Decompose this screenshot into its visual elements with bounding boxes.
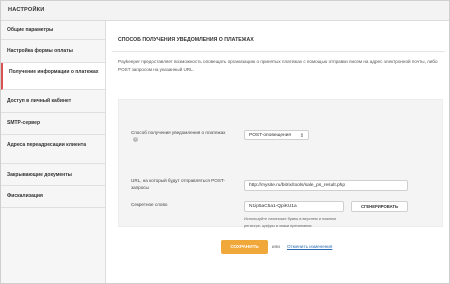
generate-button[interactable]: СГЕНЕРИРОВАТЬ: [351, 201, 408, 212]
chevron-down-icon: ⇕: [299, 133, 304, 139]
notification-method-select[interactable]: POST-оповещения ⇕: [244, 130, 309, 140]
sidebar-item-label: Общие параметры: [7, 27, 54, 33]
main-content: СПОСОБ ПОЛУЧЕНИЯ УВЕДОМЛЕНИЯ О ПЛАТЕЖАХ …: [106, 21, 449, 283]
sidebar-item-payment-info[interactable]: Получение информации о платежах: [1, 63, 105, 90]
cancel-changes-link[interactable]: Отменить изменения: [287, 244, 332, 249]
sidebar-item-redirect[interactable]: Адреса переадресации клиента: [1, 135, 105, 164]
sidebar: Общие параметры Настройка формы оплаты П…: [1, 21, 106, 283]
section-description: Paykeeper предоставляет возможность опов…: [118, 59, 438, 72]
method-label-text: Способ получения уведомления о платежах: [131, 130, 226, 135]
sidebar-item-payment-form[interactable]: Настройка формы оплаты: [1, 40, 105, 63]
secret-word-input[interactable]: N1ip5aC5a1-QpiKU1a: [244, 201, 344, 212]
sidebar-item-label: Адреса переадресации клиента: [7, 142, 87, 148]
sidebar-item-label: SMTP-сервер: [7, 120, 41, 126]
sidebar-item-label: Получение информации о платежах: [9, 69, 99, 75]
help-icon[interactable]: ?: [133, 137, 138, 143]
settings-window: НАСТРОЙКИ Общие параметры Настройка форм…: [0, 0, 450, 284]
save-button[interactable]: СОХРАНИТЬ: [221, 240, 268, 254]
header-bar: НАСТРОЙКИ: [1, 1, 449, 21]
sidebar-item-label: Настройка формы оплаты: [7, 48, 73, 54]
selected-value: POST-оповещения: [249, 133, 291, 138]
sidebar-item-account-access[interactable]: Доступ в личный кабинет: [1, 90, 105, 113]
secret-label: Секретное слово: [131, 202, 168, 207]
sidebar-item-closing-docs[interactable]: Закрывающие документы: [1, 164, 105, 186]
sidebar-item-general[interactable]: Общие параметры: [1, 21, 105, 40]
url-input[interactable]: http://mysite.ru/bitrix/tools/sale_ps_re…: [244, 180, 408, 191]
method-label: Способ получения уведомления о платежах?: [131, 130, 231, 144]
sidebar-item-label: Фискализация: [7, 193, 43, 199]
section-heading: СПОСОБ ПОЛУЧЕНИЯ УВЕДОМЛЕНИЯ О ПЛАТЕЖАХ: [118, 37, 254, 43]
sidebar-item-label: Закрывающие документы: [7, 172, 72, 178]
url-label: URL, на который будут отправляться POST-…: [131, 178, 225, 190]
settings-panel: Способ получения уведомления о платежах?…: [118, 99, 443, 228]
sidebar-item-label: Доступ в личный кабинет: [7, 98, 72, 104]
sidebar-item-fiscalization[interactable]: Фискализация: [1, 186, 105, 208]
secret-hint: Используйте латинские буквы в верхнем и …: [244, 216, 336, 228]
page-title: НАСТРОЙКИ: [8, 7, 45, 13]
sidebar-item-smtp[interactable]: SMTP-сервер: [1, 113, 105, 135]
divider: [112, 51, 445, 52]
or-text: или: [272, 244, 280, 249]
